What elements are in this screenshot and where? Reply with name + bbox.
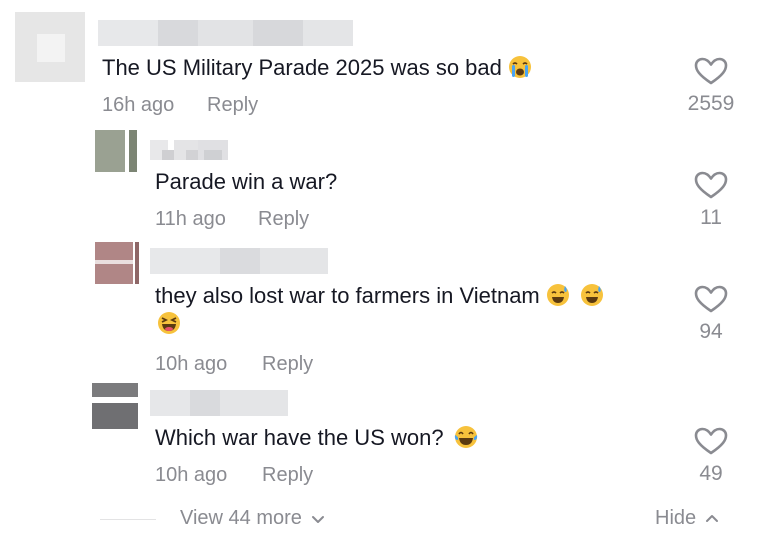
comment-text: Parade win a war? bbox=[155, 169, 338, 194]
reply-button[interactable]: Reply bbox=[258, 208, 309, 231]
comment-time: 16h ago bbox=[102, 94, 175, 116]
comment-text: Which war have the US won? bbox=[155, 424, 478, 452]
like-count: 94 bbox=[699, 320, 723, 343]
comment-text: they also lost war to farmers in Vietnam bbox=[155, 282, 604, 338]
reply-button[interactable]: Reply bbox=[262, 353, 313, 376]
avatar[interactable] bbox=[95, 130, 137, 172]
heart-icon[interactable] bbox=[693, 170, 729, 200]
comment-time: 10h ago bbox=[155, 464, 228, 486]
like-count: 2559 bbox=[687, 92, 735, 115]
tears-of-joy-emoji bbox=[454, 426, 477, 448]
comment-time: 11h ago bbox=[155, 208, 226, 230]
grinning-sweat-emoji bbox=[546, 284, 569, 306]
laughing-squint-emoji bbox=[158, 312, 180, 334]
heart-icon[interactable] bbox=[693, 56, 729, 86]
heart-icon[interactable] bbox=[693, 284, 729, 314]
replies-divider bbox=[100, 519, 156, 520]
heart-icon[interactable] bbox=[693, 426, 729, 456]
view-more-replies-button[interactable]: View 44 more bbox=[180, 507, 326, 530]
chevron-up-icon bbox=[706, 514, 719, 522]
hide-replies-button[interactable]: Hide bbox=[655, 507, 720, 530]
avatar[interactable] bbox=[95, 242, 139, 284]
view-more-label: View 44 more bbox=[180, 507, 302, 529]
crying-face-emoji bbox=[508, 56, 531, 78]
avatar[interactable] bbox=[15, 12, 85, 82]
comment-time: 10h ago bbox=[155, 353, 228, 375]
chevron-down-icon bbox=[311, 515, 324, 523]
reply-button[interactable]: Reply bbox=[207, 94, 258, 117]
comment-text: The US Military Parade 2025 was so bad bbox=[102, 54, 532, 82]
hide-label: Hide bbox=[655, 507, 697, 529]
like-count: 49 bbox=[699, 462, 723, 485]
grinning-sweat-emoji bbox=[580, 284, 603, 306]
like-count: 11 bbox=[700, 206, 722, 229]
avatar[interactable] bbox=[92, 383, 138, 429]
reply-button[interactable]: Reply bbox=[262, 464, 313, 487]
